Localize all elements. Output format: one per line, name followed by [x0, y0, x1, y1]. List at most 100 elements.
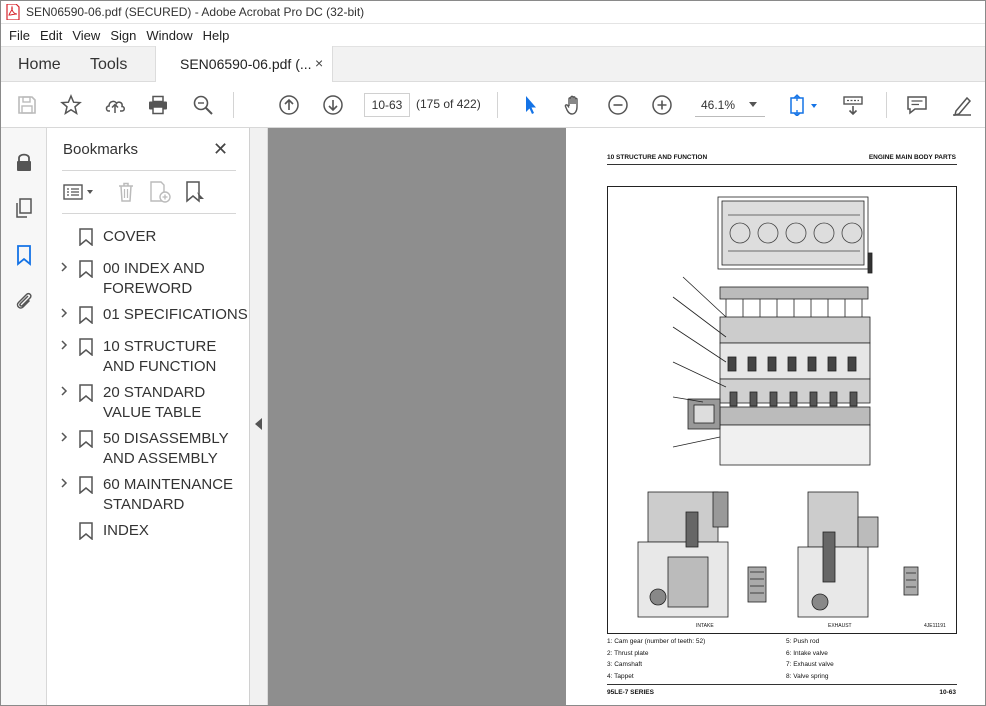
menu-sign[interactable]: Sign [105, 28, 141, 43]
page-header-topic: ENGINE MAIN BODY PARTS [868, 154, 956, 161]
bookmarks-close-button[interactable]: ✕ [213, 139, 228, 160]
bookmark-icon [79, 306, 93, 324]
legend-item: 1: Cam gear (number of teeth: 52) [607, 638, 706, 645]
legend-item: 8: Valve spring [786, 672, 829, 680]
delete-bookmark-button[interactable] [116, 180, 136, 204]
bookmark-icon [79, 522, 93, 540]
cloud-upload-icon[interactable] [103, 93, 127, 117]
engine-figure-frame: INTAKE EXHAUST 4JE11191 [607, 186, 957, 634]
zoom-out-icon[interactable] [606, 93, 630, 117]
tab-document-label: SEN06590-06.pdf (... [180, 56, 312, 72]
tab-close-button[interactable]: × [315, 55, 323, 71]
scroll-mode-icon[interactable] [841, 93, 865, 117]
figure-label-exhaust: EXHAUST [828, 623, 852, 629]
panel-collapse-handle[interactable] [250, 128, 268, 706]
legend-left: 1: Cam gear (number of teeth: 52) 2: Thr… [607, 636, 705, 682]
divider [62, 170, 236, 171]
bookmark-icon [79, 260, 93, 278]
bookmark-label: COVER [103, 228, 157, 245]
toolbar-divider [886, 92, 887, 118]
star-icon[interactable] [59, 93, 83, 117]
find-bookmark-button[interactable] [183, 180, 207, 204]
bookmark-label: 50 DISASSEMBLY AND ASSEMBLY [103, 430, 229, 467]
menu-view[interactable]: View [67, 28, 105, 43]
fit-page-icon[interactable] [786, 93, 822, 117]
comment-icon[interactable] [905, 93, 929, 117]
engine-cross-section-drawing: INTAKE EXHAUST 4JE11191 [637, 196, 946, 629]
chevron-right-icon[interactable] [59, 478, 69, 488]
tab-tools[interactable]: Tools [90, 56, 127, 74]
menu-window[interactable]: Window [141, 28, 197, 43]
chevron-right-icon[interactable] [59, 340, 69, 350]
footer-rule [607, 684, 957, 685]
trash-icon [119, 182, 133, 202]
zoom-level-value: 46.1% [701, 98, 736, 112]
chevron-right-icon[interactable] [59, 308, 69, 318]
new-bookmark-icon [150, 181, 171, 203]
document-canvas-background[interactable] [268, 128, 566, 706]
list-options-icon [63, 184, 93, 200]
menu-file[interactable]: File [4, 28, 35, 43]
menu-bar: File Edit View Sign Window Help [0, 24, 986, 46]
page-number-input[interactable]: 10-63 [364, 93, 410, 117]
bookmark-panel-icon[interactable] [12, 243, 36, 267]
legend-item: 5: Push rod [786, 638, 820, 645]
bookmark-label: 10 STRUCTURE AND FUNCTION [103, 338, 217, 375]
next-page-icon[interactable] [321, 93, 345, 117]
legend-item: 4: Tappet [607, 672, 634, 680]
bookmarks-title: Bookmarks [63, 141, 139, 158]
page-header-section: 10 STRUCTURE AND FUNCTION [607, 154, 708, 161]
page-footer-series: 95LE-7 SERIES [607, 689, 654, 696]
window-title: SEN06590-06.pdf (SECURED) - Adobe Acroba… [26, 4, 365, 19]
attachment-icon[interactable] [12, 289, 36, 313]
legend-item: 6: Intake valve [786, 649, 828, 657]
bookmark-search-icon [186, 181, 204, 203]
chevron-right-icon[interactable] [59, 432, 69, 442]
previous-page-icon[interactable] [277, 93, 301, 117]
chevron-right-icon[interactable] [59, 386, 69, 396]
divider [62, 213, 236, 214]
chevron-right-icon[interactable] [59, 262, 69, 272]
highlight-pen-icon[interactable] [950, 93, 974, 117]
bookmark-icon [79, 228, 93, 246]
bookmark-icon [79, 476, 93, 494]
collapse-left-icon [255, 418, 262, 430]
zoom-level-select[interactable]: 46.1% [695, 93, 765, 117]
tab-bar: Home Tools SEN06590-06.pdf (... × [0, 46, 986, 83]
bookmark-label: 60 MAINTENANCE STANDARD [103, 476, 234, 513]
bookmark-icon [79, 430, 93, 448]
toolbar-divider [233, 92, 234, 118]
header-rule [607, 164, 957, 165]
legend-item: 3: Camshaft [607, 661, 643, 668]
bookmark-label: 00 INDEX AND FOREWORD [103, 260, 205, 297]
save-icon[interactable] [15, 93, 39, 117]
legend-right: 5: Push rod 6: Intake valve 7: Exhaust v… [786, 636, 834, 682]
page-footer-number: 10-63 [939, 689, 956, 696]
bookmark-icon [79, 338, 93, 356]
hand-tool-icon[interactable] [562, 93, 586, 117]
lock-icon[interactable] [12, 150, 36, 174]
bookmarks-panel: Bookmarks ✕ COVER 00 INDEX AND FOREWORD … [47, 128, 250, 706]
new-bookmark-button[interactable] [148, 180, 172, 204]
bookmark-label: 20 STANDARD VALUE TABLE [103, 384, 206, 421]
tab-document[interactable]: SEN06590-06.pdf (... × [155, 46, 333, 83]
legend-item: 2: Thrust plate [607, 649, 649, 657]
bookmark-label: 01 SPECIFICATIONS [103, 306, 248, 323]
select-cursor-icon[interactable] [518, 93, 542, 117]
bookmark-options-button[interactable] [63, 180, 95, 204]
toolbar-divider [497, 92, 498, 118]
pdf-page[interactable]: 10 STRUCTURE AND FUNCTION ENGINE MAIN BO… [566, 128, 986, 706]
tab-home[interactable]: Home [18, 56, 61, 74]
chevron-down-icon [749, 102, 757, 107]
page-count: (175 of 422) [416, 97, 481, 111]
bookmark-label: INDEX [103, 522, 149, 539]
legend-item: 7: Exhaust valve [786, 661, 834, 668]
print-icon[interactable] [146, 93, 170, 117]
zoom-search-icon[interactable] [191, 93, 215, 117]
navigation-rail [0, 128, 47, 706]
zoom-in-icon[interactable] [650, 93, 674, 117]
page-thumbnails-icon[interactable] [12, 196, 36, 220]
menu-edit[interactable]: Edit [35, 28, 67, 43]
figure-label-intake: INTAKE [696, 623, 714, 629]
menu-help[interactable]: Help [198, 28, 235, 43]
